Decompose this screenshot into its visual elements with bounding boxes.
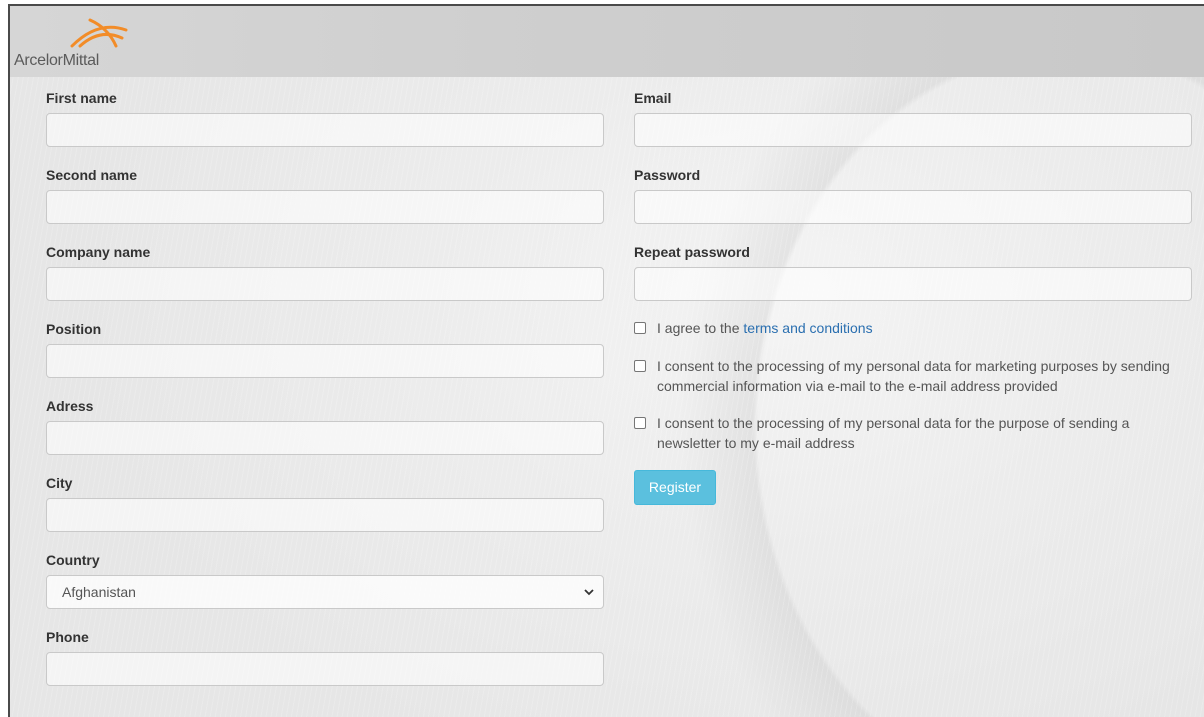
newsletter-consent-checkbox[interactable] (634, 417, 646, 429)
newsletter-consent-text: I consent to the processing of my person… (657, 415, 1130, 451)
page-frame: ArcelorMittal First name Second name Com… (8, 4, 1204, 717)
city-input[interactable] (46, 498, 604, 532)
company-name-label: Company name (46, 244, 151, 260)
terms-prefix: I agree to the (657, 320, 740, 336)
registration-form: First name Second name Company name Posi… (10, 6, 1204, 717)
terms-checkbox-row: I agree to the terms and conditions (634, 318, 1194, 340)
second-name-input[interactable] (46, 190, 604, 224)
position-label: Position (46, 321, 102, 337)
city-label: City (46, 475, 73, 491)
newsletter-consent-row: I consent to the processing of my person… (634, 413, 1194, 455)
company-name-input[interactable] (46, 267, 604, 301)
first-name-input[interactable] (46, 113, 604, 147)
address-input[interactable] (46, 421, 604, 455)
country-label: Country (46, 552, 100, 568)
email-label: Email (634, 90, 672, 106)
repeat-password-input[interactable] (634, 267, 1192, 301)
terms-text: I agree to the terms and conditions (657, 318, 1197, 338)
first-name-label: First name (46, 90, 117, 106)
repeat-password-label: Repeat password (634, 244, 750, 260)
terms-link[interactable]: terms and conditions (743, 320, 872, 336)
address-label: Adress (46, 398, 94, 414)
email-input[interactable] (634, 113, 1192, 147)
marketing-consent-row: I consent to the processing of my person… (634, 356, 1194, 398)
marketing-consent-checkbox[interactable] (634, 360, 646, 372)
marketing-consent-text: I consent to the processing of my person… (657, 358, 1170, 394)
password-input[interactable] (634, 190, 1192, 224)
phone-input[interactable] (46, 652, 604, 686)
password-label: Password (634, 167, 701, 183)
register-button[interactable]: Register (634, 470, 716, 505)
position-input[interactable] (46, 344, 604, 378)
chevron-down-icon (584, 589, 594, 596)
second-name-label: Second name (46, 167, 138, 183)
terms-checkbox[interactable] (634, 322, 646, 334)
phone-label: Phone (46, 629, 89, 645)
country-selected-value: Afghanistan (62, 584, 136, 600)
country-select[interactable]: Afghanistan (46, 575, 604, 609)
